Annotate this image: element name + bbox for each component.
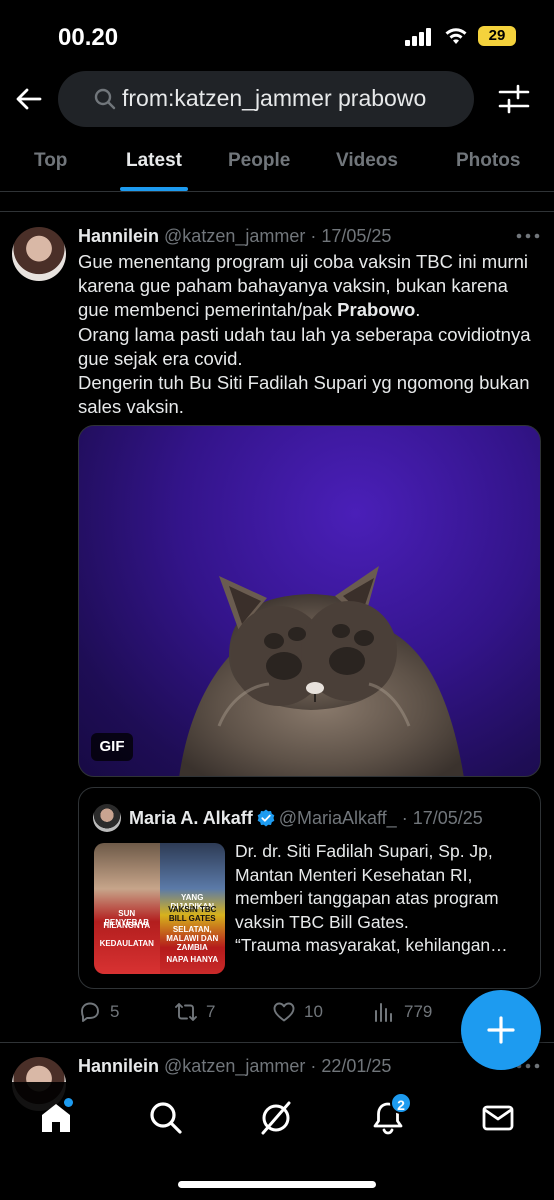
quoted-text-line: vaksin TBC Bill Gates.: [235, 911, 409, 932]
quoted-image-caption: NAPA HANYA: [166, 955, 219, 964]
author-name[interactable]: Hannilein: [78, 226, 159, 246]
quoted-text-line: Dr. dr. Siti Fadilah Supari, Sp. Jp,: [235, 841, 493, 861]
status-bar: 00.20 29: [0, 0, 554, 70]
quoted-author-name: Maria A. Alkaff: [129, 808, 253, 828]
quoted-text-line: Mantan Menteri Kesehatan RI,: [235, 864, 473, 885]
quoted-text-line: memberi tanggapan atas program: [235, 888, 499, 908]
reply-button[interactable]: 5: [78, 1000, 119, 1024]
quoted-image-caption: KEDAULATAN: [99, 939, 154, 948]
nav-messages[interactable]: [480, 1100, 516, 1136]
compose-post-button[interactable]: [461, 990, 541, 1070]
battery-indicator: 29: [478, 26, 516, 46]
like-button[interactable]: 10: [272, 1000, 323, 1024]
tab-people[interactable]: People: [228, 150, 290, 172]
views-button[interactable]: 779: [372, 1000, 432, 1024]
tweet-text-line: Orang lama pasti udah tau lah ya seberap…: [78, 323, 531, 369]
tweet-date: · 17/05/25: [310, 226, 392, 246]
quoted-tweet-header: Maria A. Alkaff @MariaAlkaff_ · 17/05/25: [129, 808, 483, 829]
tweet-text-line: Dengerin tuh Bu Siti Fadilah Supari yg n…: [78, 372, 530, 418]
tweet-date: · 22/01/25: [310, 1056, 392, 1076]
active-tab-indicator: [120, 187, 188, 191]
quoted-tweet-text: Dr. dr. Siti Fadilah Supari, Sp. Jp, Man…: [235, 840, 531, 958]
back-arrow-icon[interactable]: [14, 84, 44, 114]
like-count: 10: [304, 1002, 323, 1021]
status-time: 00.20: [58, 24, 119, 51]
gif-badge: GIF: [91, 733, 133, 761]
quoted-tweet-date: · 17/05/25: [401, 808, 483, 828]
verified-badge-icon: [257, 809, 275, 827]
tweet-text-part: .: [415, 299, 421, 321]
divider: [0, 211, 554, 212]
quoted-tweet[interactable]: Maria A. Alkaff @MariaAlkaff_ · 17/05/25…: [78, 787, 541, 989]
tweet-header: Hannilein @katzen_jammer · 22/01/25: [78, 1056, 391, 1077]
nav-search[interactable]: [148, 1100, 184, 1136]
author-handle[interactable]: @katzen_jammer: [164, 226, 305, 246]
nav-notifications[interactable]: 2: [370, 1092, 412, 1136]
wifi-icon: [445, 28, 467, 44]
quoted-image-caption: HILANGNYA: [103, 921, 151, 930]
tab-photos[interactable]: Photos: [456, 150, 520, 172]
author-name[interactable]: Hannilein: [78, 1056, 159, 1076]
quoted-avatar: [93, 804, 121, 832]
cat-gif-image: [179, 566, 464, 776]
tab-latest[interactable]: Latest: [126, 150, 182, 172]
tweet-text-part: Gue menentang program uji coba vaksin TB…: [78, 251, 529, 321]
quoted-image-caption: VAKSIN TBC BILL GATES: [168, 905, 217, 923]
reply-count: 5: [110, 1002, 120, 1021]
home-indicator: [178, 1181, 376, 1188]
quoted-image-left: SUN PENYEBAB HILANGNYA KEDAULATAN: [94, 843, 160, 974]
author-handle[interactable]: @katzen_jammer: [164, 1056, 305, 1076]
new-content-dot: [64, 1098, 73, 1107]
views-count: 779: [404, 1002, 433, 1021]
quoted-author-handle: @MariaAlkaff_: [278, 808, 397, 828]
cellular-signal-icon: [405, 28, 431, 46]
tab-videos[interactable]: Videos: [336, 150, 398, 172]
avatar[interactable]: [12, 227, 66, 281]
search-input[interactable]: from:katzen_jammer prabowo: [58, 71, 474, 127]
mail-icon: [482, 1105, 514, 1131]
tweet-gif-media[interactable]: GIF: [78, 425, 541, 777]
notification-count-badge: 2: [390, 1092, 412, 1114]
search-query-text: from:katzen_jammer prabowo: [122, 85, 427, 111]
grok-icon: [261, 1101, 291, 1135]
search-icon: [150, 1102, 182, 1134]
repost-button[interactable]: 7: [174, 1000, 215, 1024]
quoted-tweet-image: SUN PENYEBAB HILANGNYA KEDAULATAN YANG D…: [94, 843, 225, 974]
heart-icon: [273, 1002, 295, 1022]
nav-home[interactable]: [38, 1098, 74, 1136]
more-options-icon[interactable]: [516, 233, 540, 239]
plus-icon: [487, 1016, 515, 1044]
search-tabs: Top Latest People Videos Photos: [0, 140, 554, 192]
search-filter-icon[interactable]: [498, 84, 530, 114]
tweet-highlight: Prabowo: [337, 299, 416, 321]
repost-icon: [175, 1003, 197, 1021]
tweet-body: Gue menentang program uji coba vaksin TB…: [78, 250, 540, 419]
reply-icon: [81, 1002, 99, 1022]
tweet-header: Hannilein @katzen_jammer · 17/05/25: [78, 226, 391, 247]
quoted-image-right: YANG DIJADIKAN VAKSIN TBC BILL GATES SEL…: [159, 843, 225, 974]
nav-grok[interactable]: [258, 1100, 294, 1136]
repost-count: 7: [206, 1002, 216, 1021]
search-icon: [94, 88, 116, 110]
views-chart-icon: [375, 1003, 392, 1022]
tab-top[interactable]: Top: [34, 150, 67, 172]
quoted-image-caption: SELATAN, MALAWI DAN ZAMBIA: [166, 925, 219, 952]
quoted-text-line: “Trauma masyarakat, kehilangan…: [235, 935, 508, 955]
